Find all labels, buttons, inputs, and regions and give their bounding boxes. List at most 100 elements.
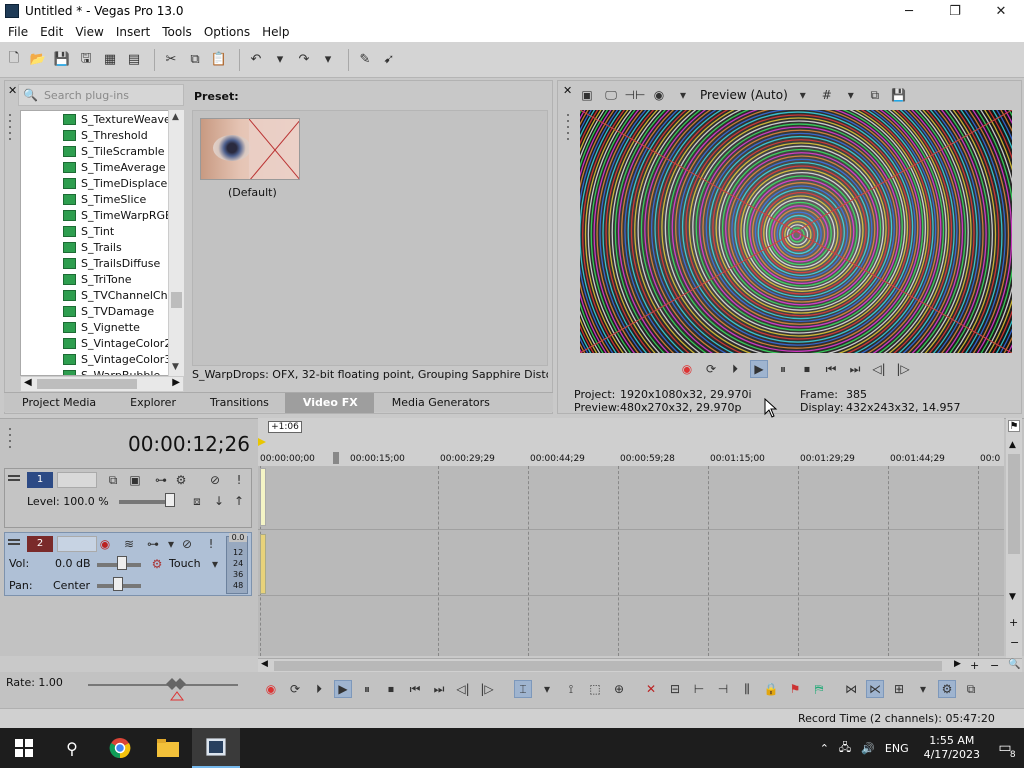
preview-quality-selector[interactable]: Preview (Auto) xyxy=(700,88,788,102)
plugin-item[interactable]: S_Tint xyxy=(21,223,183,239)
plugin-item[interactable]: S_Trails xyxy=(21,239,183,255)
undo-dropdown-icon[interactable]: ▾ xyxy=(270,50,290,70)
menu-view[interactable]: View xyxy=(69,25,109,39)
grid-overlay-icon[interactable]: # xyxy=(818,86,836,104)
plugin-item[interactable]: S_TriTone xyxy=(21,271,183,287)
pause-icon[interactable]: ⏸ xyxy=(358,680,376,698)
default-preset-thumbnail[interactable] xyxy=(200,118,300,180)
redo-icon[interactable]: ↷ xyxy=(294,50,314,70)
plugin-item[interactable]: S_Threshold xyxy=(21,127,183,143)
scroll-up-icon[interactable]: ▲ xyxy=(1009,440,1016,450)
volume-icon[interactable]: 🔊 xyxy=(861,742,875,755)
track-motion-icon[interactable]: ⧉ xyxy=(105,472,121,488)
scroll-thumb[interactable] xyxy=(274,661,942,671)
plugin-item[interactable]: S_TimeWarpRGB xyxy=(21,207,183,223)
scroll-thumb[interactable] xyxy=(37,379,137,389)
scroll-thumb[interactable] xyxy=(1008,454,1020,554)
menu-help[interactable]: Help xyxy=(256,25,295,39)
move-up-icon[interactable]: ↑ xyxy=(231,493,247,509)
copy-icon[interactable]: ⧉ xyxy=(185,50,205,70)
volume-slider-knob[interactable] xyxy=(117,556,127,570)
paste-icon[interactable]: 📋 xyxy=(209,50,229,70)
search-plugins-box[interactable]: 🔍 Search plug-ins xyxy=(18,84,184,106)
scroll-up-icon[interactable]: ▲ xyxy=(172,112,179,122)
vegas-taskbar-icon[interactable] xyxy=(192,728,240,768)
scroll-thumb[interactable] xyxy=(171,292,182,308)
rate-slider[interactable] xyxy=(88,684,238,686)
menu-insert[interactable]: Insert xyxy=(110,25,156,39)
touch-mode-label[interactable]: Touch xyxy=(169,557,201,570)
timeline-ruler[interactable]: 00:00:00;00 00:00:15;00 00:00:29;29 00:00:4… xyxy=(258,418,1004,466)
plugin-item[interactable]: S_TVChannelChange xyxy=(21,287,183,303)
plugin-item[interactable]: S_TimeAverage xyxy=(21,159,183,175)
redo-dropdown-icon[interactable]: ▾ xyxy=(318,50,338,70)
zoom-tool-icon[interactable]: ⊕ xyxy=(610,680,628,698)
split-screen-icon[interactable]: ⊣⊢ xyxy=(625,86,646,104)
scroll-down-icon[interactable]: ▼ xyxy=(1009,592,1016,602)
network-icon[interactable]: 🖧 xyxy=(839,739,851,758)
close-panel-icon[interactable]: ✕ xyxy=(8,84,17,97)
auto-crossfade-icon[interactable]: ⋉ xyxy=(866,680,884,698)
playhead-marker[interactable] xyxy=(333,452,339,464)
normal-edit-tool-icon[interactable]: ✎ xyxy=(355,50,375,70)
next-frame-icon[interactable]: |▷ xyxy=(478,680,496,698)
ripple-dropdown-icon[interactable]: ▾ xyxy=(914,680,932,698)
grid-dropdown-icon[interactable]: ▾ xyxy=(842,86,860,104)
plugin-item[interactable]: S_WarpBubble xyxy=(21,367,183,375)
scroll-left-icon[interactable]: ◀ xyxy=(24,377,32,388)
track-fx-icon[interactable]: ≋ xyxy=(121,536,137,552)
language-indicator[interactable]: ENG xyxy=(885,742,909,755)
timeline-horizontal-scrollbar[interactable]: ◀ ▶ + − 🔍 xyxy=(258,658,1022,672)
mute-icon[interactable]: ⊘ xyxy=(207,472,223,488)
chevron-up-icon[interactable]: ⌃ xyxy=(820,742,829,755)
move-down-icon[interactable]: ↓ xyxy=(211,493,227,509)
scroll-left-icon[interactable]: ◀ xyxy=(261,659,268,669)
open-folder-icon[interactable]: 📂 xyxy=(28,50,48,70)
overlays-icon[interactable]: ◉ xyxy=(650,86,668,104)
save-icon[interactable]: 💾 xyxy=(52,50,72,70)
plugin-item[interactable]: S_TrailsDiffuse xyxy=(21,255,183,271)
play-from-start-icon[interactable]: ⏵ xyxy=(726,360,744,378)
mute-icon[interactable]: ⊘ xyxy=(179,536,195,552)
collapse-track-icon[interactable] xyxy=(8,474,20,484)
track-name-field[interactable] xyxy=(57,472,97,488)
chrome-icon[interactable] xyxy=(96,728,144,768)
trim-end-icon[interactable]: ⊣ xyxy=(714,680,732,698)
zoom-tool-icon[interactable]: 🔍 xyxy=(1008,659,1020,670)
touch-dropdown-icon[interactable]: ▾ xyxy=(207,556,223,572)
render-icon[interactable]: ▦ xyxy=(100,50,120,70)
auto-ripple-icon[interactable]: ⊞ xyxy=(890,680,908,698)
trim-icon[interactable]: ⊟ xyxy=(666,680,684,698)
save-snapshot-icon[interactable]: 💾 xyxy=(890,86,908,104)
go-to-start-icon[interactable]: ⏮ xyxy=(406,680,424,698)
search-icon[interactable]: ⚲ xyxy=(48,728,96,768)
scroll-right-icon[interactable]: ▶ xyxy=(172,377,180,388)
plugin-item[interactable]: S_VintageColor2Strip xyxy=(21,335,183,351)
parent-composite-icon[interactable]: ▣ xyxy=(127,472,143,488)
tab-video-fx[interactable]: Video FX xyxy=(284,392,374,413)
next-frame-icon[interactable]: |▷ xyxy=(894,360,912,378)
lock-envelopes-icon[interactable]: ⚙ xyxy=(938,680,956,698)
plugin-item[interactable]: S_TextureWeave xyxy=(21,111,183,127)
menu-options[interactable]: Options xyxy=(198,25,256,39)
track-lane[interactable] xyxy=(258,530,1004,596)
plugin-horizontal-scrollbar[interactable]: ◀ ▶ xyxy=(20,376,184,392)
plugin-item[interactable]: S_TimeSlice xyxy=(21,191,183,207)
plugin-vertical-scrollbar[interactable]: ▲ ▼ xyxy=(168,110,184,376)
go-to-start-icon[interactable]: ⏮ xyxy=(822,360,840,378)
stop-icon[interactable]: ⏹ xyxy=(798,360,816,378)
close-button[interactable]: ✕ xyxy=(978,0,1024,22)
go-to-end-icon[interactable]: ⏭ xyxy=(430,680,448,698)
quality-dropdown-icon[interactable]: ▾ xyxy=(674,86,692,104)
solo-icon[interactable]: ! xyxy=(203,536,219,552)
marker-flag-icon[interactable]: ⚑ xyxy=(1008,420,1020,432)
ignore-grouping-icon[interactable]: ⧉ xyxy=(962,680,980,698)
automation-gear-icon[interactable]: ⚙ xyxy=(149,556,165,572)
taskbar-clock[interactable]: 1:55 AM 4/17/2023 xyxy=(924,734,980,762)
video-track-header[interactable]: 1 ⧉ ▣ ⊶ ⚙ ⊘ ! Level: 100.0 % ⧈ ↓ ↑ xyxy=(4,468,252,528)
cut-icon[interactable]: ✂ xyxy=(161,50,181,70)
split-icon[interactable]: ⫼ xyxy=(738,680,756,698)
play-from-start-icon[interactable]: ⏵ xyxy=(310,680,328,698)
menu-tools[interactable]: Tools xyxy=(156,25,198,39)
loop-playback-icon[interactable]: ⟳ xyxy=(286,680,304,698)
